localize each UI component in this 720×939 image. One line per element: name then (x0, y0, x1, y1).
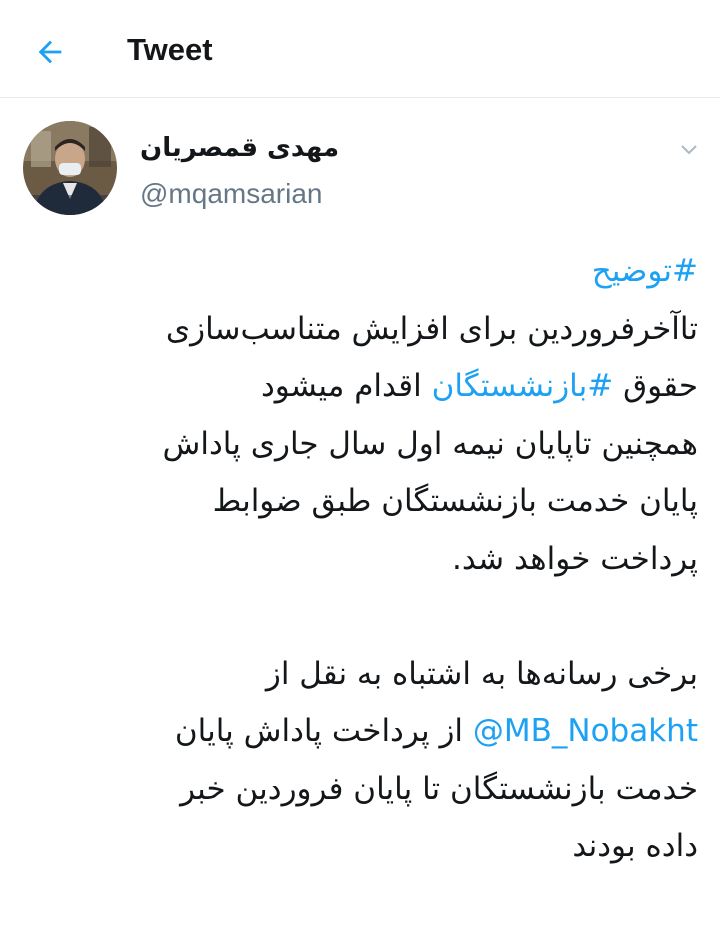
tweet-line: #توضیح (28, 243, 698, 301)
avatar[interactable] (23, 121, 117, 215)
tweet-line: برخی رسانه‌ها به اشتباه به نقل از (265, 655, 698, 692)
arrow-left-icon (38, 40, 62, 64)
top-bar: Tweet (0, 0, 720, 98)
paragraph-break (28, 588, 698, 646)
chevron-down-icon (681, 145, 697, 155)
tweet-line: پرداخت خواهد شد. (452, 540, 698, 577)
page-title: Tweet (127, 32, 213, 67)
tweet-line: پایان خدمت بازنشستگان طبق ضوابط (212, 483, 698, 519)
more-options-button[interactable] (674, 134, 704, 164)
back-button[interactable] (24, 26, 76, 78)
hashtag-link[interactable]: #توضیح (592, 253, 698, 289)
tweet-text: #توضیح تاآخرفروردین برای افزایش متناسب‌س… (28, 243, 698, 876)
tweet-text-segment: اقدام میشود (260, 368, 432, 404)
author-handle[interactable]: @mqamsarian (140, 176, 322, 212)
avatar-image (23, 121, 117, 215)
tweet-line: خدمت بازنشستگان تا پایان فروردین خبر (180, 770, 698, 807)
tweet-line: همچنین تاپایان نیمه اول سال جاری پاداش (162, 425, 698, 462)
hashtag-link[interactable]: #بازنشستگان (432, 368, 614, 404)
tweet-line: داده بودند (572, 828, 698, 864)
tweet-line: حقوق #بازنشستگان اقدام میشود (28, 358, 698, 416)
mention-link[interactable]: @MB_Nobakht (473, 713, 698, 749)
author-display-name[interactable]: مهدی قمصریان (140, 130, 339, 166)
tweet-line: @MB_Nobakht از پرداخت پاداش پایان (28, 703, 698, 761)
tweet-text-segment: از پرداخت پاداش پایان (174, 713, 473, 749)
tweet-text-segment: حقوق (613, 368, 698, 404)
tweet-line: تاآخرفروردین برای افزایش متناسب‌سازی (165, 310, 698, 347)
